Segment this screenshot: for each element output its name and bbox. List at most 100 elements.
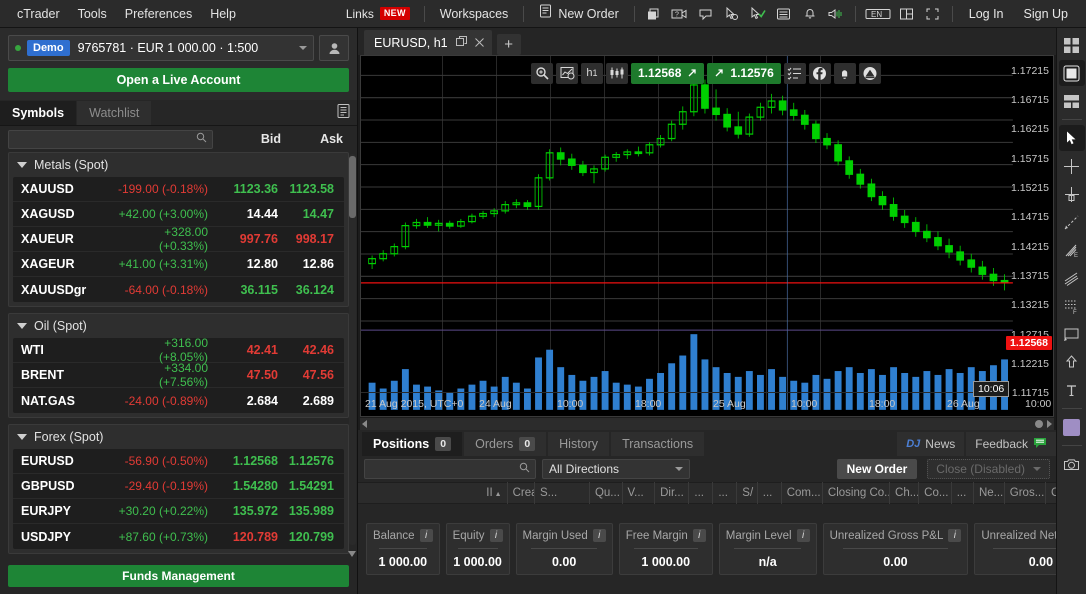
help-video-icon[interactable]: ? xyxy=(668,3,692,25)
calculator-icon[interactable] xyxy=(772,3,796,25)
scrollbar-thumb[interactable] xyxy=(349,156,356,218)
column-header[interactable]: Com... xyxy=(782,482,823,504)
bottom-tab-history[interactable]: History xyxy=(548,432,610,456)
info-icon[interactable]: i xyxy=(692,529,706,542)
cursor-icon[interactable] xyxy=(1058,125,1085,151)
windows-copy-icon[interactable] xyxy=(642,3,666,25)
login-button[interactable]: Log In xyxy=(959,0,1014,28)
symbol-bid[interactable]: 135.972 xyxy=(216,504,278,518)
symbol-ask[interactable]: 1123.58 xyxy=(278,182,340,196)
symbol-bid[interactable]: 42.41 xyxy=(216,343,278,357)
layout-panel-icon[interactable] xyxy=(895,3,919,25)
symbol-row[interactable]: WTI +316.00 (+8.05%) 42.41 42.46 xyxy=(13,336,344,364)
symbol-bid[interactable]: 1123.36 xyxy=(216,182,279,196)
column-header[interactable]: Close xyxy=(1046,482,1056,504)
symbol-bid[interactable]: 1.12568 xyxy=(216,454,278,468)
bottom-tab-positions[interactable]: Positions 0 xyxy=(362,432,463,456)
symbol-ask[interactable]: 14.47 xyxy=(278,207,340,221)
column-header[interactable]: Created ... xyxy=(508,482,535,504)
camera-icon[interactable] xyxy=(1059,451,1085,477)
column-header[interactable]: S/ xyxy=(737,482,758,504)
crosshair-square-icon[interactable] xyxy=(1059,181,1085,207)
color-swatch[interactable] xyxy=(1059,414,1085,440)
workspaces-button[interactable]: Workspaces xyxy=(431,0,518,28)
time-axis[interactable]: 21 Aug 2015, UTC+0 24 Aug 10:00 18:00 25 Aug… xyxy=(361,381,1051,416)
layout-single-icon[interactable] xyxy=(1058,60,1085,86)
symbol-row[interactable]: GBPUSD -29.40 (-0.19%) 1.54280 1.54291 xyxy=(13,474,344,499)
menu-help[interactable]: Help xyxy=(201,0,245,28)
links-button[interactable]: Links NEW xyxy=(338,7,418,21)
scroll-down-arrow-icon[interactable] xyxy=(348,551,356,557)
layout-split-icon[interactable] xyxy=(1059,88,1085,114)
symbol-bid[interactable]: 12.80 xyxy=(216,257,278,271)
symbol-ask[interactable]: 998.17 xyxy=(278,232,340,246)
sound-icon[interactable] xyxy=(824,3,848,25)
candle-type-icon[interactable] xyxy=(606,62,628,84)
close-icon[interactable] xyxy=(474,36,484,50)
tab-symbols[interactable]: Symbols xyxy=(0,101,77,125)
symbol-ask[interactable]: 135.989 xyxy=(278,504,340,518)
symbol-group-header[interactable]: Oil (Spot) xyxy=(9,314,348,338)
column-header-ask[interactable]: Ask xyxy=(287,132,349,146)
symbol-bid[interactable]: 47.50 xyxy=(216,368,278,382)
symbol-bid[interactable]: 997.76 xyxy=(216,232,278,246)
bell-icon[interactable] xyxy=(798,3,822,25)
chart-settings-icon[interactable] xyxy=(556,62,578,84)
sell-price-button[interactable]: 1.12568 xyxy=(631,62,705,84)
text-tool-icon[interactable] xyxy=(1059,377,1085,403)
add-chart-tab-button[interactable]: + xyxy=(496,34,521,55)
rectangle-icon[interactable] xyxy=(1059,321,1085,347)
feedback-button[interactable]: Feedback xyxy=(966,432,1056,456)
cursor-settings-icon[interactable] xyxy=(720,3,744,25)
column-header[interactable]: Closing Co... xyxy=(823,482,891,504)
symbol-ask[interactable]: 42.46 xyxy=(278,343,340,357)
symbol-row[interactable]: EURJPY +30.20 (+0.22%) 135.972 135.989 xyxy=(13,499,344,524)
bottom-tab-orders[interactable]: Orders 0 xyxy=(464,432,547,456)
symbol-row[interactable]: XAGUSD +42.00 (+3.00%) 14.44 14.47 xyxy=(13,202,344,227)
account-selector[interactable]: Demo 9765781 · EUR 1 000.00 · 1:500 xyxy=(8,35,314,61)
arrow-up-icon[interactable] xyxy=(1059,349,1085,375)
analysis-icon[interactable] xyxy=(858,62,881,84)
column-header[interactable]: II ▲ xyxy=(480,482,508,504)
symbol-ask[interactable]: 36.124 xyxy=(278,283,340,297)
symbol-row[interactable]: XAUUSD -199.00 (-0.18%) 1123.36 1123.58 xyxy=(13,177,344,202)
detach-icon[interactable] xyxy=(455,35,467,50)
info-icon[interactable]: i xyxy=(419,529,433,542)
column-header[interactable]: Ch... xyxy=(890,482,920,504)
alert-bell-icon[interactable] xyxy=(833,62,856,84)
symbol-bid[interactable]: 14.44 xyxy=(216,207,278,221)
zoom-icon[interactable] xyxy=(531,62,553,84)
column-header[interactable]: Gros... xyxy=(1005,482,1046,504)
column-header-bid[interactable]: Bid xyxy=(219,132,281,146)
funds-management-button[interactable]: Funds Management xyxy=(8,565,349,587)
column-header[interactable]: ... xyxy=(952,482,974,504)
layout-grid-icon[interactable] xyxy=(1059,32,1085,58)
fib-expansion-icon[interactable]: E xyxy=(1059,237,1085,263)
symbol-row[interactable]: XAGEUR +41.00 (+3.31%) 12.80 12.86 xyxy=(13,252,344,277)
symbol-ask[interactable]: 2.689 xyxy=(278,394,340,408)
symbol-ask[interactable]: 12.86 xyxy=(278,257,340,271)
column-header[interactable]: S... xyxy=(535,482,590,504)
parallel-lines-icon[interactable] xyxy=(1059,265,1085,291)
info-icon[interactable]: i xyxy=(948,529,962,542)
positions-search-input[interactable] xyxy=(364,459,536,479)
column-header[interactable]: Co... xyxy=(919,482,952,504)
scroll-right-arrow-icon[interactable] xyxy=(1047,420,1052,428)
symbol-row[interactable]: EURUSD -56.90 (-0.50%) 1.12568 1.12576 xyxy=(13,449,344,474)
symbol-ask[interactable]: 47.56 xyxy=(278,368,340,382)
info-icon[interactable]: i xyxy=(489,529,503,542)
symbol-ask[interactable]: 1.54291 xyxy=(278,479,340,493)
cursor-check-icon[interactable] xyxy=(746,3,770,25)
scroll-handle[interactable] xyxy=(1035,420,1043,428)
signup-button[interactable]: Sign Up xyxy=(1014,0,1078,28)
symbol-group-header[interactable]: Forex (Spot) xyxy=(9,425,348,449)
symbol-row[interactable]: XAUUSDgr -64.00 (-0.18%) 36.115 36.124 xyxy=(13,277,344,302)
chart-canvas[interactable]: h1 1.12568 1.12576 1.17215 1.16715 1.162… xyxy=(360,55,1054,417)
open-live-account-button[interactable]: Open a Live Account xyxy=(8,68,349,92)
menu-tools[interactable]: Tools xyxy=(69,0,116,28)
buy-price-button[interactable]: 1.12576 xyxy=(707,62,781,84)
trendline-icon[interactable] xyxy=(1059,209,1085,235)
symbol-group-header[interactable]: Metals (Spot) xyxy=(9,153,348,177)
crosshair-icon[interactable] xyxy=(1059,153,1085,179)
column-header[interactable]: ... xyxy=(713,482,738,504)
